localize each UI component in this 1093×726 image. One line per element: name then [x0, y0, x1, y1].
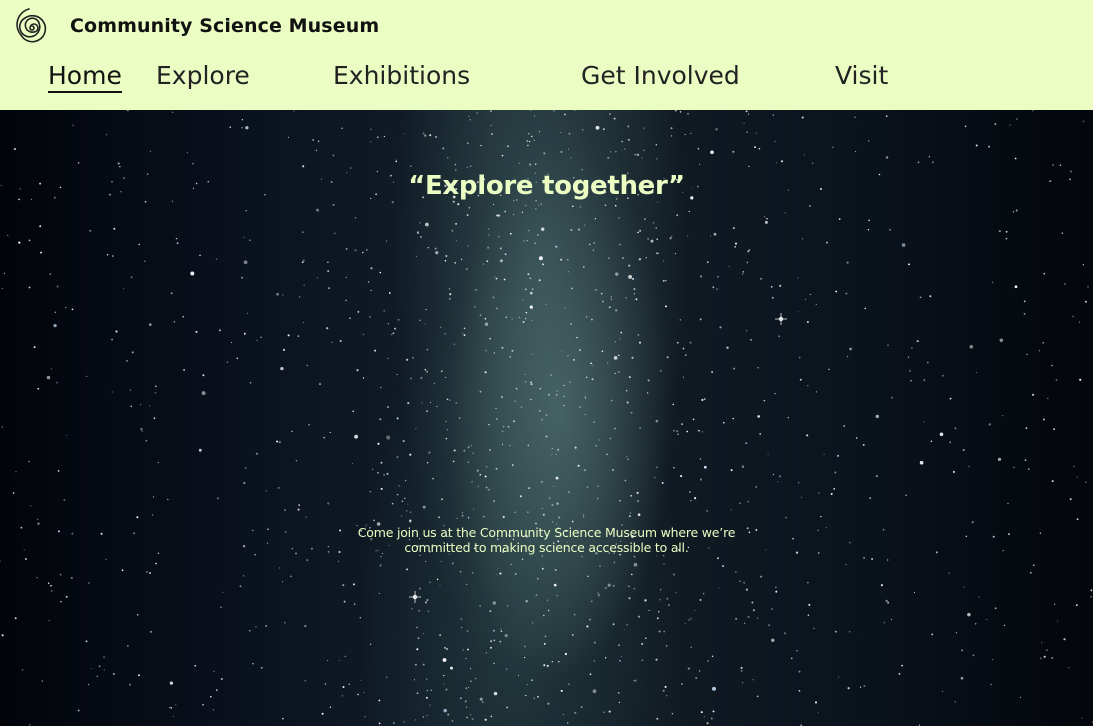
page: Community Science Museum Home Explore Ex…	[0, 0, 1093, 726]
nav-exhibitions[interactable]: Exhibitions	[333, 60, 470, 92]
hero-section: “Explore together” Come join us at the C…	[0, 110, 1093, 726]
nav-explore[interactable]: Explore	[156, 60, 250, 92]
nav-home[interactable]: Home	[48, 60, 122, 93]
hero-heading: “Explore together”	[408, 171, 685, 201]
site-header: Community Science Museum Home Explore Ex…	[0, 0, 1093, 110]
hero-text: Come join us at the Community Science Mu…	[357, 525, 736, 555]
site-title[interactable]: Community Science Museum	[70, 15, 379, 37]
spiral-icon[interactable]	[12, 4, 52, 48]
starfield-background	[0, 110, 1093, 726]
nav-visit[interactable]: Visit	[835, 60, 888, 92]
nav-get-involved[interactable]: Get Involved	[581, 60, 740, 92]
